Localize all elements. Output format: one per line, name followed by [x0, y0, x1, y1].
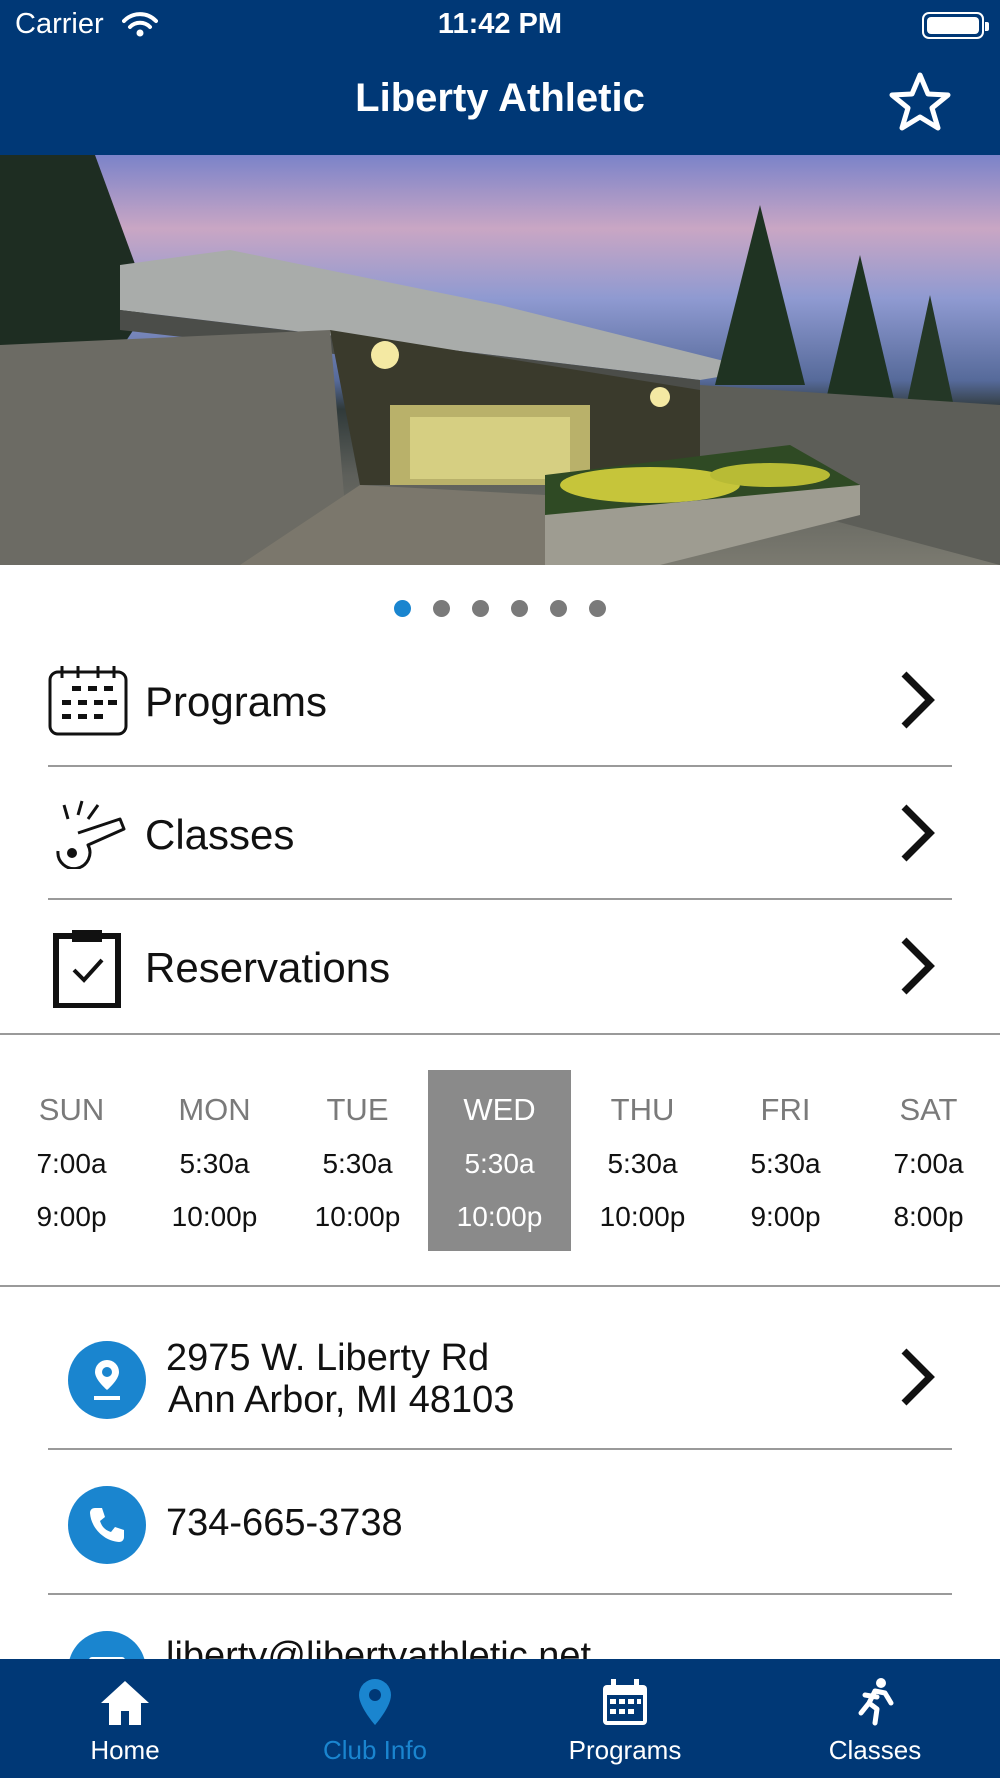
address-line1: 2975 W. Liberty Rd	[166, 1337, 490, 1379]
close-time: 10:00p	[314, 1201, 401, 1232]
page-dot[interactable]	[472, 600, 489, 617]
nav-bar: Carrier 11:42 PM Liberty Athletic	[0, 0, 1000, 155]
home-icon	[101, 1681, 149, 1725]
day-name: THU	[610, 1092, 675, 1127]
club-photo-carousel[interactable]	[0, 155, 1000, 565]
carousel-page-indicator[interactable]	[0, 600, 1000, 617]
tab-home[interactable]: Home	[0, 1659, 250, 1778]
location-pin-icon	[359, 1679, 391, 1725]
menu-item-label: Programs	[145, 678, 328, 725]
tab-programs[interactable]: Programs	[500, 1659, 750, 1778]
hours-day-wed-today: WED 5:30a 10:00p	[428, 1070, 571, 1251]
tab-label: Programs	[568, 1735, 682, 1765]
chevron-right-icon	[901, 1348, 935, 1406]
open-time: 5:30a	[464, 1148, 535, 1179]
close-time: 10:00p	[599, 1201, 686, 1232]
close-time: 9:00p	[750, 1201, 821, 1232]
whistle-icon	[56, 800, 126, 869]
calendar-icon	[48, 666, 128, 736]
day-name: SUN	[38, 1092, 105, 1127]
menu-item-reservations[interactable]: Reservations	[48, 900, 952, 1033]
location-pin-icon	[68, 1341, 146, 1419]
status-bar: Carrier 11:42 PM	[0, 0, 1000, 50]
close-time: 8:00p	[893, 1201, 964, 1232]
tab-label: Classes	[828, 1735, 922, 1765]
divider	[0, 1033, 1000, 1035]
page-dot[interactable]	[550, 600, 567, 617]
phone-row[interactable]: 734-665-3738	[48, 1450, 952, 1595]
open-time: 7:00a	[893, 1148, 964, 1179]
address-row[interactable]: 2975 W. Liberty Rd Ann Arbor, MI 48103	[48, 1305, 952, 1450]
page-dot[interactable]	[589, 600, 606, 617]
day-name: MON	[178, 1092, 251, 1127]
day-name: WED	[463, 1092, 536, 1127]
address-line2: Ann Arbor, MI 48103	[168, 1379, 515, 1421]
hours-day-mon: MON 5:30a 10:00p	[143, 1070, 286, 1251]
hours-day-sun: SUN 7:00a 9:00p	[0, 1070, 143, 1251]
runner-icon	[858, 1678, 894, 1726]
menu-item-label: Reservations	[145, 944, 391, 991]
open-time: 5:30a	[179, 1148, 250, 1179]
hours-day-fri: FRI 5:30a 9:00p	[714, 1070, 857, 1251]
calendar-icon	[603, 1679, 647, 1725]
clipboard-check-icon	[53, 930, 121, 1008]
chevron-right-icon	[901, 937, 935, 995]
chevron-right-icon	[901, 804, 935, 862]
open-time: 5:30a	[607, 1148, 678, 1179]
clock: 11:42 PM	[437, 8, 563, 40]
tab-classes[interactable]: Classes	[750, 1659, 1000, 1778]
battery-icon	[922, 12, 989, 39]
phone-number: 734-665-3738	[166, 1502, 403, 1544]
open-time: 7:00a	[36, 1148, 107, 1179]
hours-day-thu: THU 5:30a 10:00p	[571, 1070, 714, 1251]
hours-day-sat: SAT 7:00a 8:00p	[857, 1070, 1000, 1251]
tab-label: Club Info	[322, 1735, 428, 1765]
day-name: FRI	[760, 1092, 811, 1127]
page-title: Liberty Athletic	[355, 76, 645, 120]
close-time: 10:00p	[171, 1201, 258, 1232]
hours-day-tue: TUE 5:30a 10:00p	[286, 1070, 429, 1251]
close-time: 9:00p	[36, 1201, 107, 1232]
chevron-right-icon	[901, 671, 935, 729]
day-name: SAT	[899, 1092, 958, 1127]
menu-item-programs[interactable]: Programs	[48, 634, 952, 767]
tab-club-info[interactable]: Club Info	[250, 1659, 500, 1778]
day-name: TUE	[326, 1092, 389, 1127]
club-hours: SUN 7:00a 9:00p MON 5:30a 10:00p TUE 5:3…	[0, 1070, 1000, 1251]
phone-icon	[68, 1486, 146, 1564]
tab-bar: Home Club Info Programs Classes	[0, 1659, 1000, 1778]
page-dot[interactable]	[433, 600, 450, 617]
close-time: 10:00p	[456, 1201, 543, 1232]
open-time: 5:30a	[322, 1148, 393, 1179]
tab-label: Home	[90, 1735, 160, 1765]
menu-item-label: Classes	[145, 811, 295, 858]
club-building-image	[0, 155, 1000, 565]
menu-item-classes[interactable]: Classes	[48, 767, 952, 900]
divider	[0, 1285, 1000, 1287]
open-time: 5:30a	[750, 1148, 821, 1179]
page-dot[interactable]	[511, 600, 528, 617]
page-dot[interactable]	[394, 600, 411, 617]
star-outline-icon[interactable]	[884, 66, 956, 138]
